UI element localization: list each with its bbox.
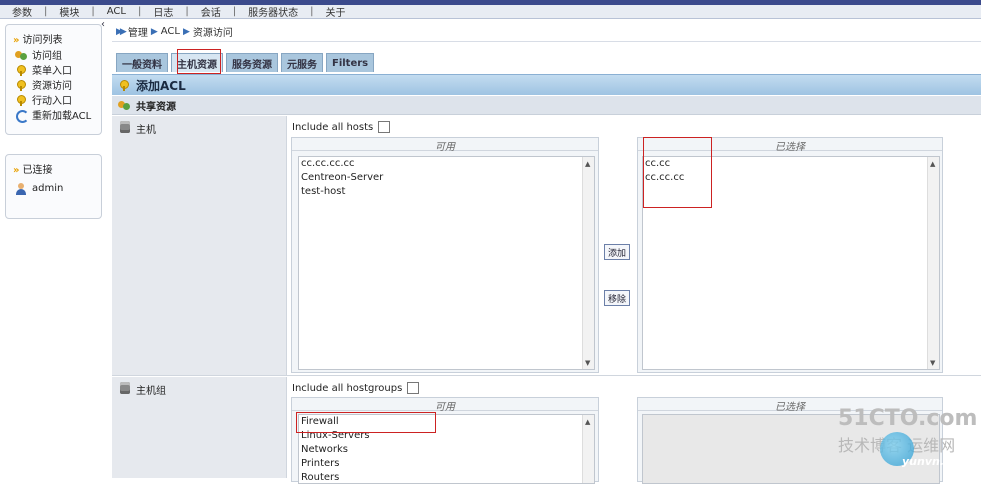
sidebar-item-action-access[interactable]: 行动入口 — [6, 92, 101, 107]
key-icon — [15, 64, 27, 76]
watermark-brand: 运维网 — [907, 436, 956, 455]
menu-acl[interactable]: ACL — [95, 6, 138, 17]
include-all-hostgroups: Include all hostgroups — [292, 382, 420, 394]
key-icon — [118, 79, 130, 91]
include-all-hosts-label: Include all hosts — [292, 121, 374, 133]
form-title: 添加ACL — [136, 78, 186, 93]
scrollbar[interactable]: ▲ ▼ — [582, 157, 594, 369]
breadcrumb: ▶▶ 管理 ▶ ACL ▶ 资源访问 — [116, 24, 233, 39]
tab-filters[interactable]: Filters — [326, 53, 375, 72]
left-sidebar: » 访问列表 访问组 菜单入口 资源访问 行动入口 重新加载ACL » 已连接 ad… — [0, 19, 105, 478]
hosts-available-list[interactable]: cc.cc.cc.cc Centreon-Server test-host ▲ ▼ — [298, 156, 595, 370]
include-all-hosts-checkbox[interactable] — [378, 121, 391, 133]
user-icon — [15, 182, 27, 195]
menu-logs[interactable]: 日志 — [141, 4, 185, 19]
scroll-up-icon[interactable]: ▲ — [585, 418, 590, 426]
access-list-header: » 访问列表 — [6, 25, 101, 47]
connected-user[interactable]: admin — [6, 181, 101, 196]
highlight-annotation — [296, 412, 436, 433]
top-menu: 参数 | 模块 | ACL | 日志 | 会话 | 服务器状态 | 关于 — [0, 5, 981, 19]
menu-params[interactable]: 参数 — [0, 4, 44, 19]
highlight-annotation — [177, 49, 221, 74]
double-chevron-icon: » — [13, 35, 20, 46]
key-icon — [15, 94, 27, 106]
divider — [112, 41, 981, 42]
hosts-body: Include all hosts 可用 cc.cc.cc.cc Centreo… — [288, 116, 981, 375]
shared-resources-icon — [118, 99, 130, 111]
include-all-hostgroups-checkbox[interactable] — [407, 382, 420, 394]
tab-bar: 一般资料 主机资源 服务资源 元服务 Filters — [116, 53, 375, 72]
scroll-up-icon[interactable]: ▲ — [585, 160, 590, 168]
hosts-row: 主机 Include all hosts 可用 cc.cc.cc.cc Cent… — [112, 116, 981, 376]
watermark-url: yunvn.com — [902, 455, 970, 468]
list-option[interactable]: Networks — [299, 443, 594, 457]
connected-panel: » 已连接 admin — [5, 154, 102, 219]
scroll-up-icon[interactable]: ▲ — [930, 160, 935, 168]
sidebar-item-resource-access[interactable]: 资源访问 — [6, 77, 101, 92]
sidebar-item-menu-access[interactable]: 菜单入口 — [6, 62, 101, 77]
section-title: 共享资源 — [136, 101, 176, 113]
scrollbar[interactable]: ▲ ▼ — [927, 157, 939, 369]
access-list-title: 访问列表 — [22, 35, 63, 46]
menu-sessions[interactable]: 会话 — [189, 4, 233, 19]
sidebar-item-label: 菜单入口 — [32, 66, 72, 77]
list-option[interactable]: Printers — [299, 457, 594, 471]
available-header: 可用 — [292, 138, 598, 153]
connected-header: » 已连接 — [6, 155, 101, 177]
breadcrumb-separator-icon: ▶ — [150, 26, 158, 37]
breadcrumb-separator-icon: ▶ — [182, 26, 190, 37]
form-title-bar: 添加ACL — [112, 74, 981, 95]
sidebar-item-label: 行动入口 — [32, 96, 72, 107]
menu-modules[interactable]: 模块 — [47, 4, 91, 19]
breadcrumb-item[interactable]: ACL — [161, 26, 180, 37]
hosts-label: 主机 — [136, 125, 156, 136]
hostgroups-label-cell: 主机组 — [112, 377, 287, 478]
reload-icon — [15, 109, 29, 123]
breadcrumb-item[interactable]: 管理 — [128, 24, 148, 39]
double-chevron-icon: » — [13, 165, 20, 176]
connected-username: admin — [32, 183, 64, 194]
include-all-hosts: Include all hosts — [292, 121, 391, 133]
connected-title: 已连接 — [22, 165, 53, 176]
include-all-hostgroups-label: Include all hostgroups — [292, 382, 403, 394]
breadcrumb-item[interactable]: 资源访问 — [193, 24, 233, 39]
hostgroups-label: 主机组 — [136, 386, 166, 397]
host-icon — [120, 121, 130, 133]
user-group-icon — [15, 49, 27, 61]
list-option[interactable]: cc.cc.cc.cc — [299, 157, 594, 171]
sidebar-item-reload-acl[interactable]: 重新加载ACL — [6, 107, 101, 123]
tab-service-resources[interactable]: 服务资源 — [226, 53, 278, 72]
available-header: 可用 — [292, 398, 598, 413]
tab-general[interactable]: 一般资料 — [116, 53, 168, 72]
scrollbar[interactable]: ▲ — [582, 415, 594, 483]
list-option[interactable]: test-host — [299, 185, 594, 199]
menu-about[interactable]: 关于 — [313, 4, 357, 19]
hosts-available-pane: 可用 cc.cc.cc.cc Centreon-Server test-host… — [291, 137, 599, 373]
breadcrumb-arrow-icon: ▶▶ — [116, 26, 127, 37]
key-icon — [15, 79, 27, 91]
sidebar-item-label: 访问组 — [32, 51, 62, 62]
watermark-site: 51CTO.com — [838, 406, 978, 431]
add-button[interactable]: 添加 — [604, 244, 631, 260]
access-list-panel: » 访问列表 访问组 菜单入口 资源访问 行动入口 重新加载ACL — [5, 24, 102, 135]
hostgroup-icon — [120, 382, 130, 394]
tab-meta-services[interactable]: 元服务 — [281, 53, 323, 72]
sidebar-item-label: 重新加载ACL — [32, 111, 92, 122]
collapse-sidebar-icon[interactable]: ‹ — [101, 19, 105, 30]
scroll-down-icon[interactable]: ▼ — [930, 359, 935, 367]
scroll-down-icon[interactable]: ▼ — [585, 359, 590, 367]
hostgroups-available-pane: 可用 Firewall Linux-Servers Networks Print… — [291, 397, 599, 485]
highlight-annotation — [643, 137, 712, 208]
menu-server-status[interactable]: 服务器状态 — [236, 4, 310, 19]
hosts-label-cell: 主机 — [112, 116, 287, 375]
sidebar-item-access-groups[interactable]: 访问组 — [6, 47, 101, 62]
list-option[interactable]: Centreon-Server — [299, 171, 594, 185]
section-header: 共享资源 — [112, 96, 981, 115]
remove-button[interactable]: 移除 — [604, 290, 631, 306]
sidebar-item-label: 资源访问 — [32, 81, 72, 92]
list-option[interactable]: Routers — [299, 471, 594, 485]
